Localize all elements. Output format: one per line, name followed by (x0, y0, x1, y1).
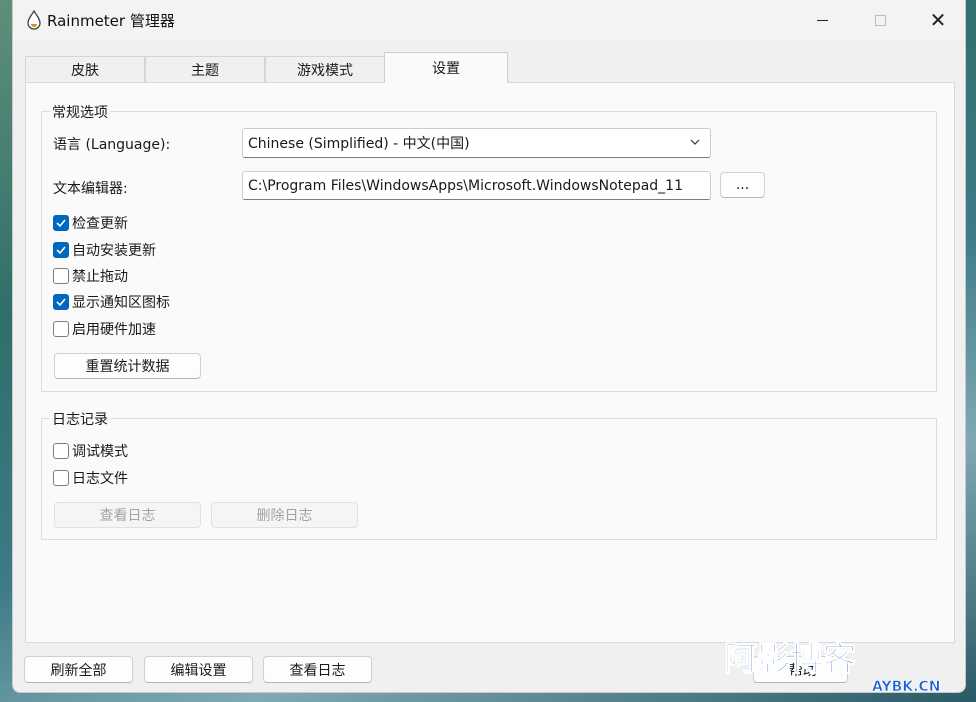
window-title: Rainmeter 管理器 (47, 12, 175, 30)
check-updates-checkbox[interactable]: 检查更新 (53, 213, 128, 233)
logging-legend: 日志记录 (50, 409, 110, 429)
browse-editor-label: ... (735, 177, 750, 193)
tab-themes-label: 主题 (191, 62, 219, 79)
log-file-label: 日志文件 (72, 471, 128, 487)
checkbox-checked-icon (53, 215, 69, 231)
log-file-checkbox[interactable]: 日志文件 (53, 468, 128, 488)
rainmeter-manager-window: Rainmeter 管理器 ✕ 皮肤 主题 游戏模式 设置 常规选项 语言 (L… (12, 0, 966, 693)
checkbox-unchecked-icon (53, 321, 69, 337)
maximize-icon (874, 14, 886, 26)
checkbox-unchecked-icon (53, 470, 69, 486)
hardware-acceleration-label: 启用硬件加速 (72, 322, 156, 338)
view-log-disabled-label: 查看日志 (99, 508, 156, 524)
title-bar[interactable]: Rainmeter 管理器 ✕ (13, 0, 965, 40)
general-options-group: 常规选项 语言 (Language): Chinese (Simplified)… (41, 102, 937, 392)
disable-dragging-checkbox[interactable]: 禁止拖动 (53, 266, 128, 286)
close-icon: ✕ (929, 8, 947, 32)
reset-statistics-label: 重置统计数据 (85, 359, 170, 375)
tab-bar: 皮肤 主题 游戏模式 设置 (25, 52, 955, 83)
delete-log-button-disabled: 删除日志 (211, 502, 358, 528)
text-editor-path-value: C:\Program Files\WindowsApps\Microsoft.W… (248, 177, 683, 194)
disable-dragging-label: 禁止拖动 (72, 269, 128, 285)
logging-group: 日志记录 调试模式 日志文件 查看日志 删除日志 (41, 409, 937, 540)
refresh-all-label: 刷新全部 (50, 662, 107, 679)
view-log-label: 查看日志 (289, 662, 346, 679)
checkbox-unchecked-icon (53, 443, 69, 459)
debug-mode-checkbox[interactable]: 调试模式 (53, 441, 128, 461)
delete-log-disabled-label: 删除日志 (256, 508, 313, 524)
minimize-icon (816, 19, 828, 21)
check-updates-label: 检查更新 (72, 216, 128, 232)
debug-mode-label: 调试模式 (72, 444, 128, 460)
edit-settings-button[interactable]: 编辑设置 (144, 656, 253, 683)
watermark-domain-text: AYBK.CN (872, 679, 940, 694)
tab-game-mode[interactable]: 游戏模式 (265, 56, 385, 82)
tab-skins-label: 皮肤 (71, 62, 99, 79)
view-log-button[interactable]: 查看日志 (263, 656, 372, 683)
language-select-value: Chinese (Simplified) - 中文(中国) (248, 136, 470, 152)
refresh-all-button[interactable]: 刷新全部 (24, 656, 133, 683)
tab-skins[interactable]: 皮肤 (25, 56, 145, 82)
auto-install-updates-label: 自动安装更新 (72, 243, 156, 259)
chevron-down-icon (690, 139, 700, 145)
browse-editor-button[interactable]: ... (720, 172, 765, 198)
show-tray-icon-checkbox[interactable]: 显示通知区图标 (53, 292, 170, 312)
settings-panel: 常规选项 语言 (Language): Chinese (Simplified)… (25, 82, 955, 643)
checkbox-unchecked-icon (53, 268, 69, 284)
rainmeter-drop-icon (27, 10, 41, 30)
hardware-acceleration-checkbox[interactable]: 启用硬件加速 (53, 319, 156, 339)
reset-statistics-button[interactable]: 重置统计数据 (54, 353, 201, 379)
view-log-button-disabled: 查看日志 (54, 502, 201, 528)
checkbox-checked-icon (53, 242, 69, 258)
watermark-logo-text: 阿影博客 (724, 639, 856, 678)
text-editor-label: 文本编辑器: (53, 181, 128, 197)
tab-settings[interactable]: 设置 (384, 52, 508, 83)
language-label: 语言 (Language): (53, 137, 171, 153)
checkbox-checked-icon (53, 294, 69, 310)
minimize-button[interactable] (793, 0, 851, 40)
tab-themes[interactable]: 主题 (145, 56, 265, 82)
maximize-button[interactable] (851, 0, 909, 40)
aybk-watermark-logo: 阿影博客 AYBK.CN (724, 639, 941, 695)
close-button[interactable]: ✕ (909, 0, 967, 40)
auto-install-updates-checkbox[interactable]: 自动安装更新 (53, 240, 156, 260)
tab-game-mode-label: 游戏模式 (297, 62, 353, 79)
general-options-legend: 常规选项 (50, 102, 110, 122)
language-select[interactable]: Chinese (Simplified) - 中文(中国) (242, 128, 711, 158)
tab-settings-label: 设置 (432, 61, 460, 77)
text-editor-path-field[interactable]: C:\Program Files\WindowsApps\Microsoft.W… (242, 171, 711, 200)
show-tray-icon-label: 显示通知区图标 (72, 295, 170, 311)
edit-settings-label: 编辑设置 (170, 662, 227, 679)
